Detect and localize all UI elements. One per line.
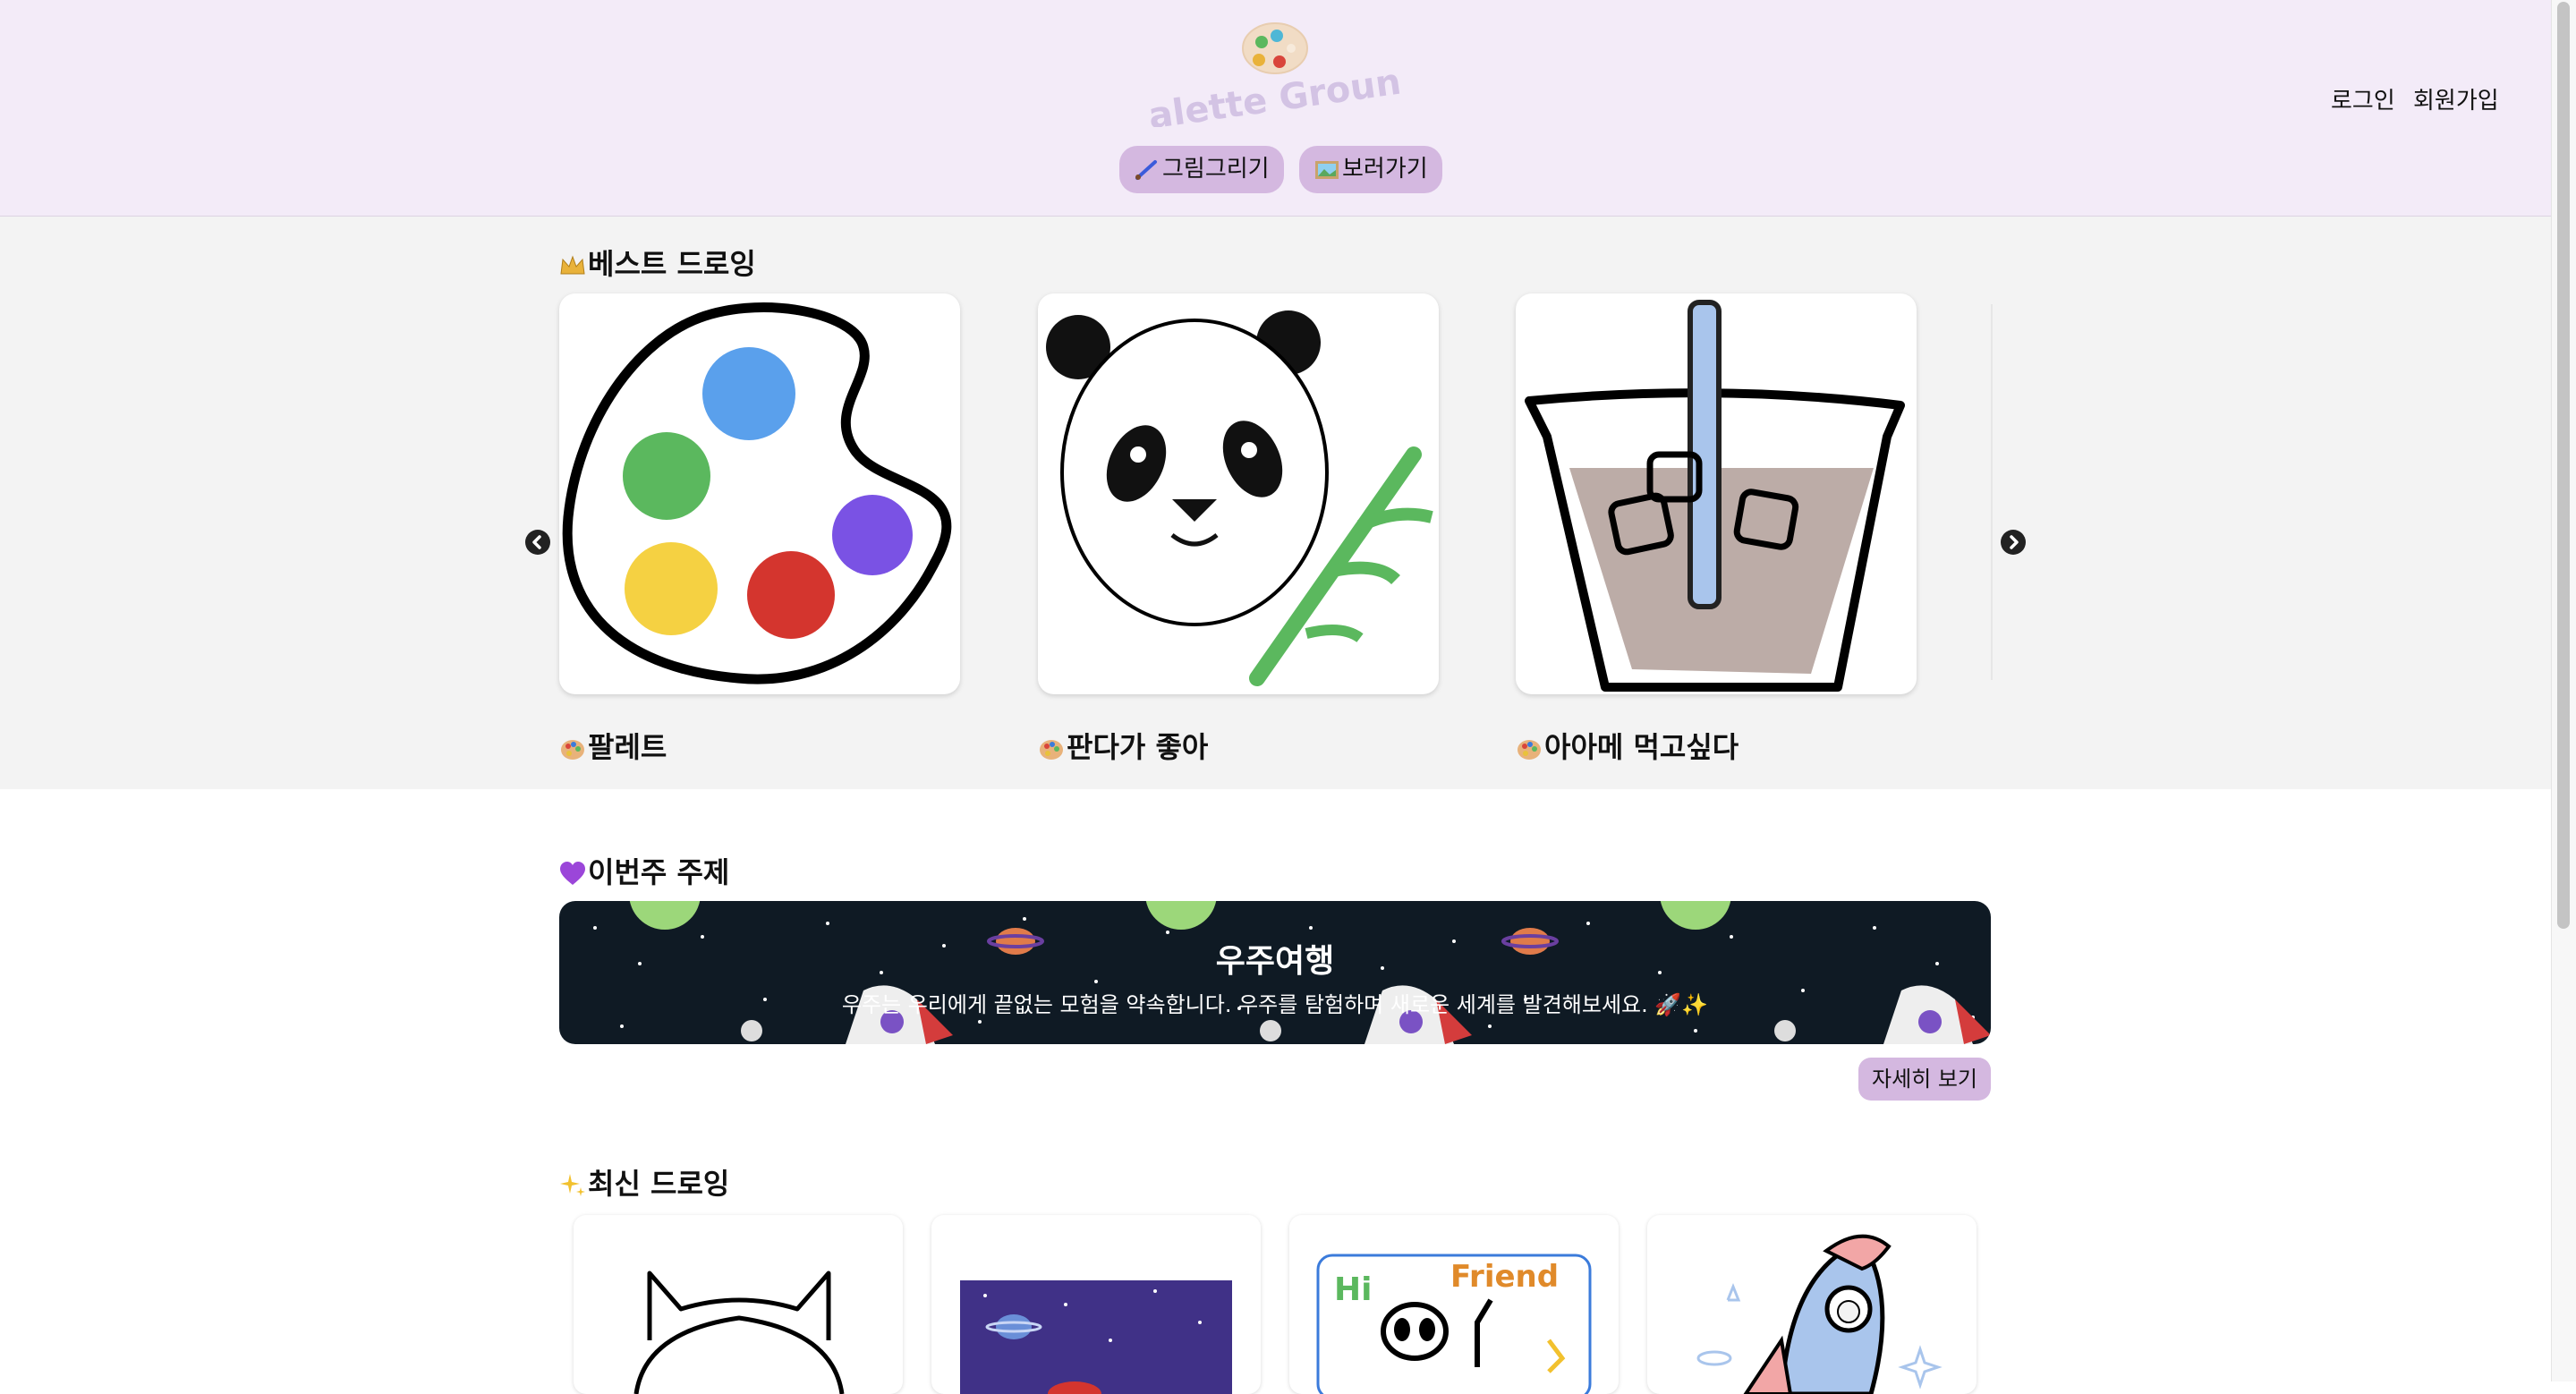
card-title-text: 아아메 먹고싶다 xyxy=(1544,730,1739,764)
hi-friend-alien-drawing-image: Hi Friend xyxy=(1316,1254,1592,1394)
best-title-text: 베스트 드로잉 xyxy=(588,247,756,281)
palette-ground-logo[interactable]: Palette Ground xyxy=(1121,11,1429,141)
palette-icon xyxy=(1518,740,1541,760)
chevron-right-icon xyxy=(2010,535,2019,549)
card-title-text: 팔레트 xyxy=(588,730,667,764)
signup-link[interactable]: 회원가입 xyxy=(2413,82,2499,115)
purple-heart-icon xyxy=(560,862,585,885)
best-card-title: 판다가 좋아 xyxy=(1038,725,1208,766)
banner-title: 우주여행 xyxy=(1215,943,1335,980)
site-header: Palette Ground 그림그리기 보러가기 로그인 회원가입 xyxy=(0,0,2551,217)
best-drawing-card[interactable] xyxy=(559,293,960,694)
carousel-next-button[interactable] xyxy=(2001,530,2026,555)
login-link[interactable]: 로그인 xyxy=(2331,82,2395,115)
palette-drawing-image xyxy=(562,302,952,684)
theme-section-title: 이번주 주제 xyxy=(559,850,729,891)
panda-drawing-image xyxy=(1046,310,1433,686)
sparkles-icon xyxy=(560,1174,585,1196)
view-details-button[interactable]: 자세히 보기 xyxy=(1858,1058,1991,1101)
svg-text:Friend: Friend xyxy=(1450,1259,1559,1295)
carousel-prev-button[interactable] xyxy=(525,530,550,555)
view-nav-label: 보러가기 xyxy=(1342,156,1428,183)
paintbrush-icon xyxy=(1135,159,1157,180)
best-drawing-card[interactable] xyxy=(1516,293,1917,694)
framed-picture-icon xyxy=(1315,160,1339,179)
card-title-text: 판다가 좋아 xyxy=(1067,730,1209,764)
recent-section-title: 최신 드로잉 xyxy=(559,1161,729,1203)
recent-drawing-card[interactable] xyxy=(574,1215,903,1394)
best-card-title: 팔레트 xyxy=(559,725,667,766)
banner-description: 우주는 우리에게 끝없는 모험을 약속합니다. 우주를 탐험하며 새로운 세계를… xyxy=(841,992,1709,1017)
chevron-left-icon xyxy=(532,535,541,549)
recent-drawing-card[interactable]: Hi Friend xyxy=(1289,1215,1619,1394)
draw-nav-label: 그림그리기 xyxy=(1162,156,1270,183)
best-drawing-card[interactable] xyxy=(1038,293,1439,694)
palette-icon xyxy=(1040,740,1063,760)
crown-icon xyxy=(560,255,585,275)
theme-title-text: 이번주 주제 xyxy=(588,855,730,889)
rocket-drawing-image xyxy=(1696,1234,1943,1394)
palette-icon xyxy=(561,740,584,760)
galaxy-drawing-image xyxy=(960,1280,1232,1394)
page-scrollbar-thumb[interactable] xyxy=(2557,2,2570,929)
view-nav-button[interactable]: 보러가기 xyxy=(1299,146,1442,193)
theme-banner[interactable]: 우주여행 우주는 우리에게 끝없는 모험을 약속합니다. 우주를 탐험하며 새로… xyxy=(559,901,1991,1044)
recent-title-text: 최신 드로잉 xyxy=(588,1167,730,1201)
draw-nav-button[interactable]: 그림그리기 xyxy=(1119,146,1284,193)
cat-drawing-image xyxy=(633,1271,845,1394)
iced-americano-drawing-image xyxy=(1525,300,1905,692)
best-card-title: 아아메 먹고싶다 xyxy=(1516,725,1739,766)
recent-drawing-card[interactable] xyxy=(931,1215,1261,1394)
carousel-next-card-peek xyxy=(1991,304,1993,680)
best-section-title: 베스트 드로잉 xyxy=(559,242,756,283)
svg-text:Hi: Hi xyxy=(1334,1271,1372,1308)
recent-drawing-card[interactable] xyxy=(1647,1215,1977,1394)
